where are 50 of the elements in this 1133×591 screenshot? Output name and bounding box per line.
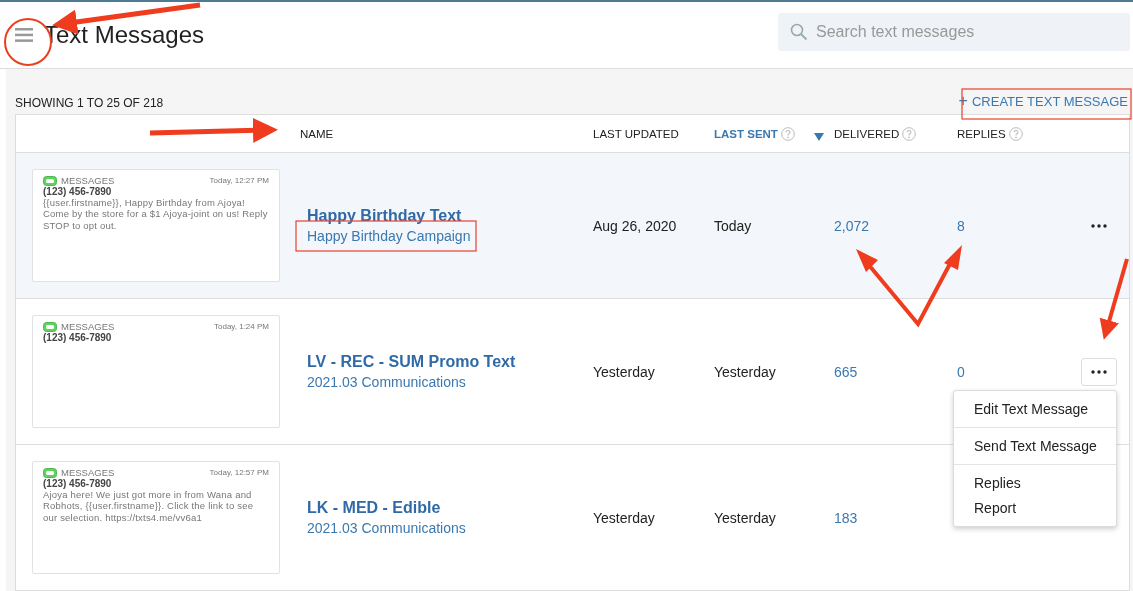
delivered-count-link[interactable]: 665 bbox=[834, 363, 858, 380]
message-body: {{user.firstname}}, Happy Birthday from Ajoya! Come by the store for a $1 Ajoya-joint on us! Reply STOP to opt out. bbox=[43, 197, 269, 232]
app-name: MESSAGES bbox=[61, 175, 115, 186]
replies-count-link[interactable]: 8 bbox=[957, 217, 965, 234]
column-header[interactable]: NAME bbox=[300, 127, 334, 140]
column-header[interactable]: DELIVERED bbox=[834, 127, 900, 140]
message-name-link[interactable]: Happy Birthday Text bbox=[307, 207, 591, 225]
message-name-link[interactable]: LV - REC - SUM Promo Text bbox=[307, 353, 591, 371]
phone-number: (123) 456-7890 bbox=[43, 186, 113, 197]
table-cell: Today bbox=[714, 217, 752, 234]
table-cell: Yesterday bbox=[714, 363, 776, 380]
menu-item[interactable]: Edit Text Message bbox=[974, 400, 1096, 417]
more-icon bbox=[1091, 369, 1107, 374]
sort-arrow-icon[interactable] bbox=[813, 132, 824, 141]
table-cell: Yesterday bbox=[593, 363, 655, 380]
app-name: MESSAGES bbox=[61, 321, 115, 332]
menu-item[interactable]: Report bbox=[974, 499, 1096, 516]
phone-number: (123) 456-7890 bbox=[43, 478, 113, 489]
app-name: MESSAGES bbox=[61, 467, 115, 478]
menu-icon[interactable] bbox=[15, 28, 33, 42]
help-icon[interactable] bbox=[1008, 126, 1023, 141]
menu-item[interactable]: Send Text Message bbox=[974, 437, 1096, 454]
delivered-count-link[interactable]: 183 bbox=[834, 509, 858, 526]
delivered-count-link[interactable]: 2,072 bbox=[834, 217, 870, 234]
table-cell: Yesterday bbox=[714, 509, 776, 526]
help-icon[interactable] bbox=[902, 126, 917, 141]
search-field[interactable]: Search text messages bbox=[778, 13, 1130, 51]
table-row[interactable] bbox=[16, 153, 1129, 299]
column-header[interactable]: REPLIES bbox=[957, 127, 1006, 140]
table-cell: Aug 26, 2020 bbox=[593, 217, 677, 234]
messages-app-icon bbox=[43, 321, 57, 332]
preview-time: Today, 1:24 PM bbox=[214, 322, 269, 331]
help-icon[interactable] bbox=[780, 126, 795, 141]
replies-count-link[interactable]: 0 bbox=[957, 363, 965, 380]
messages-app-icon bbox=[43, 467, 57, 478]
phone-number: (123) 456-7890 bbox=[43, 332, 113, 343]
menu-item[interactable]: Replies bbox=[974, 474, 1096, 491]
more-icon bbox=[1091, 223, 1107, 228]
messages-app-icon bbox=[43, 175, 57, 186]
table-cell: Yesterday bbox=[593, 509, 655, 526]
message-body: Ajoya here! We just got more in from Wana and Robhots, {{user.firstname}}. Click the link to see our selection. https://txts4.me/vv6a1 bbox=[43, 489, 255, 524]
preview-time: Today, 12:57 PM bbox=[209, 468, 269, 477]
message-name-link[interactable]: LK - MED - Edible bbox=[307, 499, 591, 517]
column-header[interactable]: LAST SENT bbox=[714, 127, 778, 140]
results-count: SHOWING 1 TO 25 OF 218 bbox=[15, 96, 164, 112]
campaign-link[interactable]: Happy Birthday Campaign bbox=[307, 228, 591, 244]
preview-time: Today, 12:27 PM bbox=[209, 176, 269, 185]
more-button[interactable] bbox=[1081, 357, 1117, 386]
column-header[interactable]: LAST UPDATED bbox=[593, 127, 679, 140]
campaign-link[interactable]: 2021.03 Communications bbox=[307, 374, 591, 390]
